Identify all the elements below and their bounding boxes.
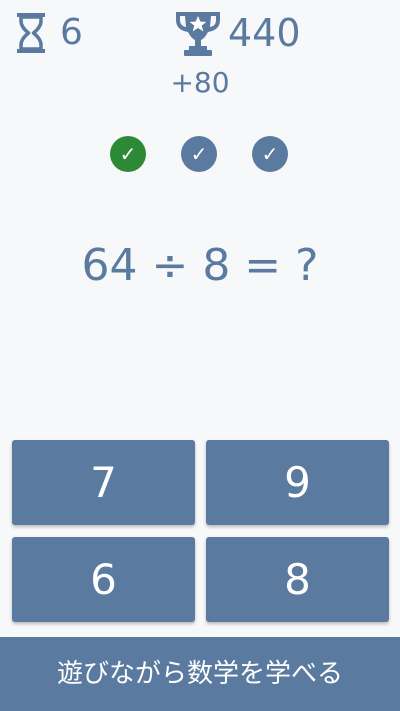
question-text: 64 ÷ 8 = ? [81, 240, 319, 291]
progress-dot-pending: ✓ [252, 136, 288, 172]
score: 440 [172, 6, 301, 60]
progress-indicators: ✓ ✓ ✓ [108, 136, 292, 172]
score-value: 440 [228, 11, 301, 55]
hourglass-icon [14, 11, 48, 55]
timer-value: 6 [60, 12, 83, 53]
progress-dot-correct: ✓ [110, 136, 146, 172]
answer-button-2[interactable]: 9 [206, 440, 389, 525]
trophy-icon [172, 8, 224, 58]
timer: 6 [14, 8, 83, 58]
promo-banner[interactable]: 遊びながら数学を学べる [0, 637, 400, 711]
answer-button-3[interactable]: 6 [12, 537, 195, 622]
answer-button-1[interactable]: 7 [12, 440, 195, 525]
score-bonus: +80 [170, 66, 230, 99]
progress-dot-pending: ✓ [181, 136, 217, 172]
answer-button-4[interactable]: 8 [206, 537, 389, 622]
